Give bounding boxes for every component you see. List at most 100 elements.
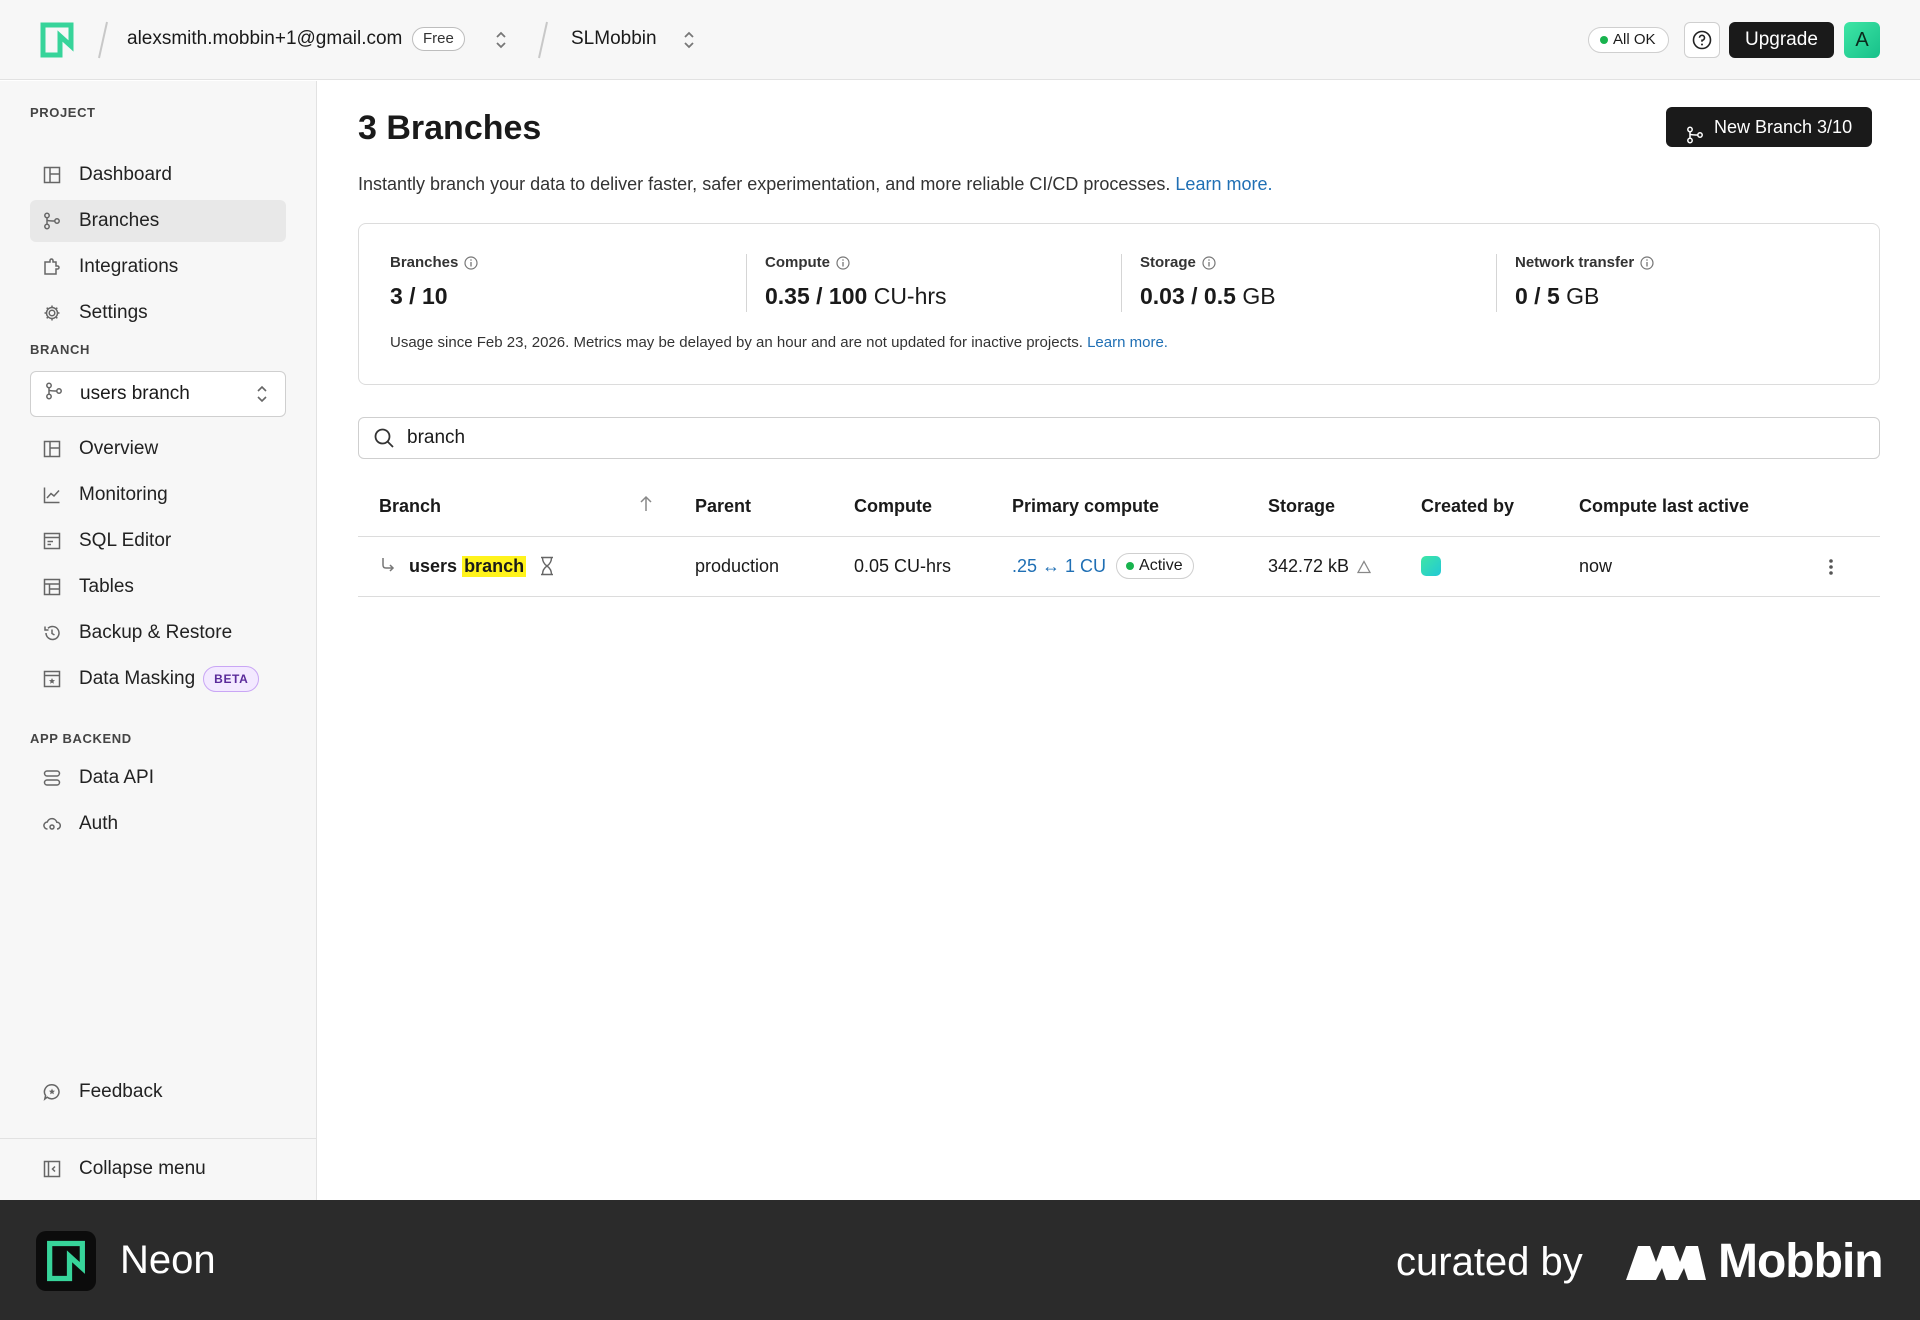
branch-name[interactable]: users branch [409, 556, 527, 577]
mobbin-logo-icon [1626, 1245, 1706, 1280]
api-icon [42, 768, 62, 788]
branch-icon [1686, 118, 1704, 158]
plan-badge: Free [412, 27, 465, 51]
table-row[interactable]: users branch production 0.05 CU-hrs .25 … [358, 537, 1880, 597]
sidebar-item-monitoring[interactable]: Monitoring [30, 474, 286, 516]
metric-label: Network transfer [1515, 254, 1635, 271]
column-header-created-by[interactable]: Created by [1421, 496, 1514, 517]
sidebar-item-integrations[interactable]: Integrations [30, 246, 286, 288]
feedback-label: Feedback [79, 1081, 163, 1102]
sidebar-item-data-api[interactable]: Data API [30, 757, 286, 799]
sidebar-item-label: Backup & Restore [79, 622, 233, 643]
info-icon[interactable] [464, 255, 478, 270]
child-branch-icon [380, 556, 396, 574]
feedback-button[interactable]: Feedback [30, 1071, 286, 1113]
branch-selector-label: users branch [80, 383, 190, 404]
info-icon[interactable] [1640, 255, 1654, 270]
branch-search[interactable] [358, 417, 1880, 459]
footer-app-name: Neon [120, 1238, 216, 1282]
metric-value: 0.35 / 100 [765, 283, 868, 309]
status-label: All OK [1613, 31, 1656, 48]
help-button[interactable] [1684, 22, 1720, 58]
usage-note: Usage since Feb 23, 2026. Metrics may be… [390, 334, 1168, 351]
sidebar-item-sql-editor[interactable]: SQL Editor [30, 520, 286, 562]
upgrade-button[interactable]: Upgrade [1729, 22, 1834, 58]
storage-value: 342.72 kB [1268, 556, 1350, 576]
sidebar-item-backup-restore[interactable]: Backup & Restore [30, 612, 286, 654]
sidebar: PROJECT Dashboard Branches Integrations … [0, 81, 317, 1200]
collapse-sidebar-icon [42, 1159, 62, 1179]
gear-icon [42, 303, 62, 323]
sidebar-item-overview[interactable]: Overview [30, 428, 286, 470]
sidebar-item-settings[interactable]: Settings [30, 292, 286, 334]
column-header-storage[interactable]: Storage [1268, 496, 1335, 517]
info-icon[interactable] [1202, 255, 1216, 270]
table-icon [42, 577, 62, 597]
column-header-compute[interactable]: Compute [854, 496, 932, 517]
sidebar-item-auth[interactable]: Auth [30, 803, 286, 845]
new-branch-button[interactable]: New Branch 3/10 [1666, 107, 1873, 147]
metric-compute: Compute 0.35 / 100 CU-hrs [765, 254, 1125, 310]
sidebar-item-dashboard[interactable]: Dashboard [30, 154, 286, 196]
section-label-branch: BRANCH [30, 342, 90, 357]
avatar[interactable]: A [1844, 22, 1880, 58]
parent-branch[interactable]: production [695, 556, 779, 577]
breadcrumb-separator [97, 20, 108, 60]
collapse-menu-label: Collapse menu [79, 1158, 206, 1179]
metric-divider [746, 254, 747, 312]
sidebar-item-label: Branches [79, 210, 160, 231]
sidebar-item-branches[interactable]: Branches [30, 200, 286, 242]
overview-icon [42, 439, 62, 459]
account-email[interactable]: alexsmith.mobbin+1@gmail.com [127, 28, 402, 50]
page-subtitle: Instantly branch your data to deliver fa… [358, 174, 1272, 195]
sidebar-item-label: Monitoring [79, 484, 168, 505]
creator-avatar [1421, 556, 1441, 576]
column-header-branch[interactable]: Branch [379, 496, 441, 517]
footer-banner: Neon curated by Mobbin [0, 1200, 1920, 1320]
branch-selector[interactable]: users branch [30, 371, 286, 417]
project-name[interactable]: SLMobbin [571, 28, 657, 50]
branch-icon [42, 211, 62, 231]
section-label-app-backend: APP BACKEND [30, 731, 132, 746]
learn-more-link[interactable]: Learn more. [1175, 174, 1272, 194]
status-badge[interactable]: All OK [1588, 27, 1669, 53]
status-dot-icon [1600, 36, 1608, 44]
sidebar-item-data-masking[interactable]: Data Masking BETA [30, 658, 286, 700]
breadcrumb-separator [537, 20, 548, 60]
primary-compute[interactable]: .25 ↔ 1 CU Active [1012, 553, 1194, 579]
compute-status-badge: Active [1116, 553, 1194, 579]
created-by-avatar [1421, 556, 1441, 576]
feedback-icon [42, 1082, 62, 1102]
auth-cloud-icon [42, 814, 62, 834]
sidebar-item-label: Data Masking [79, 668, 196, 689]
usage-learn-more-link[interactable]: Learn more. [1087, 334, 1168, 351]
metric-value: 0.03 / 0.5 [1140, 283, 1236, 309]
section-label-project: PROJECT [30, 105, 96, 120]
mask-icon [42, 669, 62, 689]
metric-unit: CU-hrs [873, 283, 947, 309]
compute-size-range[interactable]: .25 ↔ 1 CU [1012, 556, 1106, 577]
neon-logo-icon[interactable] [40, 22, 74, 58]
main-content: 3 Branches New Branch 3/10 Instantly bra… [318, 81, 1920, 1200]
compute-usage: 0.05 CU-hrs [854, 556, 952, 576]
column-header-primary-compute[interactable]: Primary compute [1012, 496, 1159, 517]
project-switcher-icon[interactable] [682, 28, 696, 52]
column-header-parent[interactable]: Parent [695, 496, 751, 517]
search-input[interactable] [407, 427, 1807, 449]
search-icon [373, 427, 395, 449]
row-actions-more-icon[interactable] [1828, 557, 1834, 577]
account-switcher-icon[interactable] [494, 28, 508, 52]
sidebar-item-tables[interactable]: Tables [30, 566, 286, 608]
collapse-menu-button[interactable]: Collapse menu [30, 1148, 286, 1190]
storage-size: 342.72 kB [1268, 556, 1372, 577]
column-header-compute-last-active[interactable]: Compute last active [1579, 496, 1749, 517]
metric-divider [1121, 254, 1122, 312]
branches-table: Branch Parent Compute Primary compute St… [358, 474, 1880, 597]
puzzle-icon [42, 257, 62, 277]
metric-label: Branches [390, 254, 459, 271]
branch-name-prefix: users [409, 556, 458, 576]
sort-ascending-icon[interactable] [638, 494, 654, 519]
info-icon[interactable] [836, 255, 850, 270]
compute-last-active: now [1579, 556, 1613, 576]
dashboard-icon [42, 165, 62, 185]
